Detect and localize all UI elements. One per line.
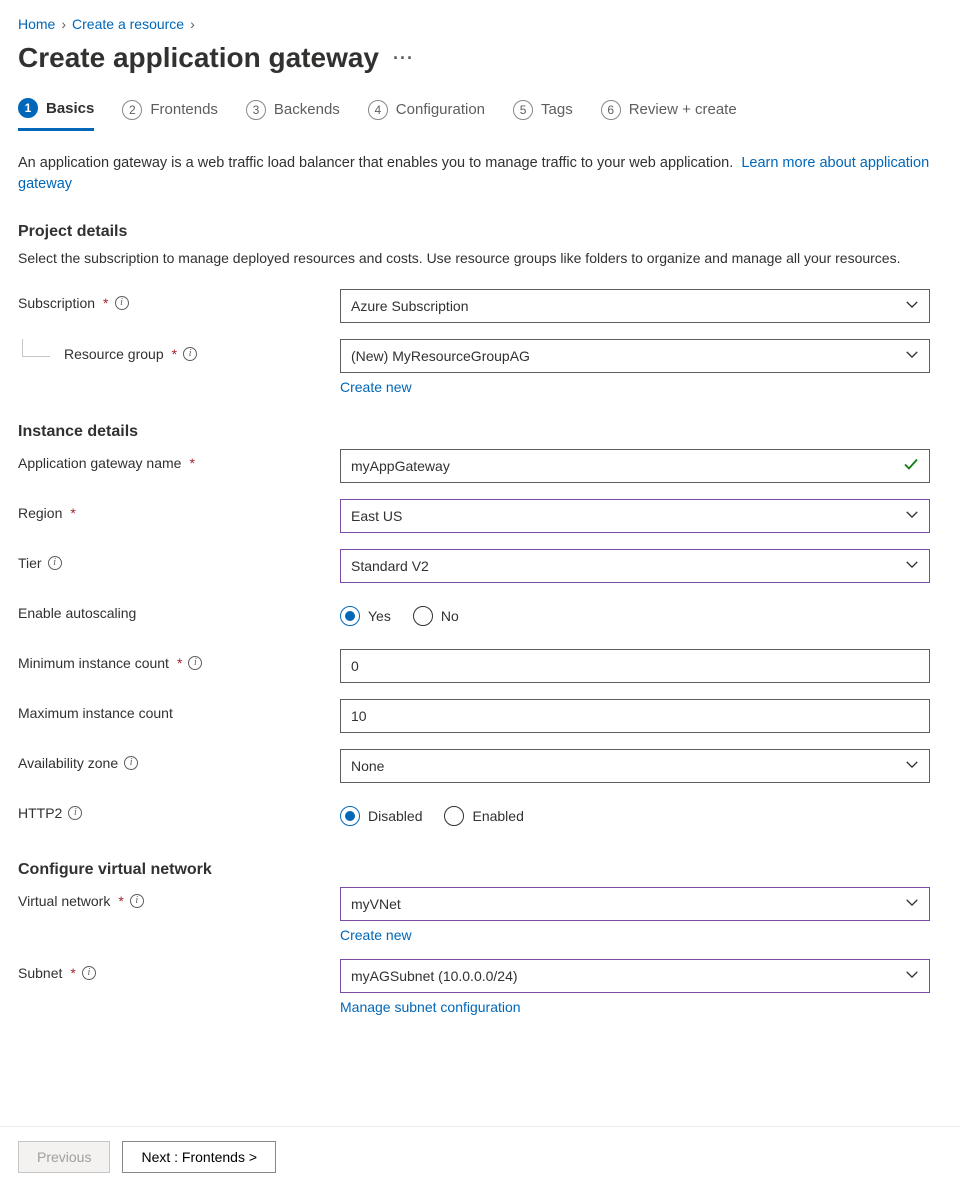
radio-icon	[340, 806, 360, 826]
tab-number: 1	[18, 98, 38, 118]
label-resource-group: Resource group* i	[18, 339, 340, 363]
label-subnet: Subnet* i	[18, 959, 340, 981]
radio-icon	[444, 806, 464, 826]
info-icon[interactable]: i	[115, 296, 129, 310]
page-title: Create application gateway ···	[18, 42, 942, 74]
wizard-footer: Previous Next : Frontends >	[0, 1126, 960, 1187]
virtual-network-select[interactable]: myVNet	[340, 887, 930, 921]
info-icon[interactable]: i	[124, 756, 138, 770]
label-enable-autoscaling: Enable autoscaling	[18, 599, 340, 621]
tab-number: 6	[601, 100, 621, 120]
more-icon[interactable]: ···	[393, 48, 414, 69]
tab-backends[interactable]: 3 Backends	[246, 98, 340, 131]
label-tier: Tier i	[18, 549, 340, 571]
label-app-gateway-name: Application gateway name*	[18, 449, 340, 471]
info-icon[interactable]: i	[188, 656, 202, 670]
min-instance-count-wrap	[340, 649, 930, 683]
section-project-details: Project details	[18, 223, 942, 241]
subnet-select[interactable]: myAGSubnet (10.0.0.0/24)	[340, 959, 930, 993]
autoscaling-radio-group: Yes No	[340, 599, 930, 633]
next-button[interactable]: Next : Frontends >	[122, 1141, 276, 1173]
intro-text: An application gateway is a web traffic …	[18, 153, 942, 195]
label-availability-zone: Availability zone i	[18, 749, 340, 771]
create-new-vnet-link[interactable]: Create new	[340, 927, 412, 943]
availability-zone-select[interactable]: None	[340, 749, 930, 783]
tab-label: Tags	[541, 101, 573, 118]
label-min-instance-count: Minimum instance count* i	[18, 649, 340, 671]
label-max-instance-count: Maximum instance count	[18, 699, 340, 721]
section-instance-details: Instance details	[18, 423, 942, 441]
info-icon[interactable]: i	[183, 347, 197, 361]
checkmark-icon	[903, 456, 919, 475]
min-instance-count-input[interactable]	[351, 650, 897, 682]
tab-number: 3	[246, 100, 266, 120]
info-icon[interactable]: i	[48, 556, 62, 570]
tab-configuration[interactable]: 4 Configuration	[368, 98, 485, 131]
app-gateway-name-input-wrap	[340, 449, 930, 483]
chevron-right-icon: ›	[61, 16, 66, 32]
tab-number: 2	[122, 100, 142, 120]
http2-disabled-radio[interactable]: Disabled	[340, 806, 422, 826]
max-instance-count-input[interactable]	[351, 700, 897, 732]
subscription-select[interactable]: Azure Subscription	[340, 289, 930, 323]
wizard-tabs: 1 Basics 2 Frontends 3 Backends 4 Config…	[18, 98, 942, 131]
chevron-down-icon	[905, 967, 919, 984]
http2-enabled-radio[interactable]: Enabled	[444, 806, 523, 826]
manage-subnet-link[interactable]: Manage subnet configuration	[340, 999, 521, 1015]
tab-number: 4	[368, 100, 388, 120]
info-icon[interactable]: i	[82, 966, 96, 980]
breadcrumb: Home › Create a resource ›	[18, 16, 942, 32]
radio-icon	[340, 606, 360, 626]
breadcrumb-create-resource[interactable]: Create a resource	[72, 16, 184, 32]
previous-button: Previous	[18, 1141, 110, 1173]
region-select[interactable]: East US	[340, 499, 930, 533]
chevron-down-icon	[905, 757, 919, 774]
tab-label: Review + create	[629, 101, 737, 118]
tab-label: Basics	[46, 100, 94, 117]
label-virtual-network: Virtual network* i	[18, 887, 340, 909]
chevron-down-icon	[905, 557, 919, 574]
tree-connector-icon	[22, 339, 50, 357]
app-gateway-name-input[interactable]	[351, 450, 897, 482]
chevron-down-icon	[905, 347, 919, 364]
tab-label: Frontends	[150, 101, 218, 118]
chevron-down-icon	[905, 895, 919, 912]
tab-review-create[interactable]: 6 Review + create	[601, 98, 737, 131]
radio-icon	[413, 606, 433, 626]
chevron-right-icon: ›	[190, 16, 195, 32]
label-subscription: Subscription* i	[18, 289, 340, 311]
info-icon[interactable]: i	[68, 806, 82, 820]
chevron-down-icon	[905, 507, 919, 524]
tier-select[interactable]: Standard V2	[340, 549, 930, 583]
autoscaling-no-radio[interactable]: No	[413, 606, 459, 626]
section-configure-vnet: Configure virtual network	[18, 861, 942, 879]
create-new-rg-link[interactable]: Create new	[340, 379, 412, 395]
tab-label: Backends	[274, 101, 340, 118]
http2-radio-group: Disabled Enabled	[340, 799, 930, 833]
label-http2: HTTP2 i	[18, 799, 340, 821]
info-icon[interactable]: i	[130, 894, 144, 908]
chevron-down-icon	[905, 297, 919, 314]
breadcrumb-home[interactable]: Home	[18, 16, 55, 32]
tab-number: 5	[513, 100, 533, 120]
resource-group-select[interactable]: (New) MyResourceGroupAG	[340, 339, 930, 373]
label-region: Region*	[18, 499, 340, 521]
tab-label: Configuration	[396, 101, 485, 118]
tab-basics[interactable]: 1 Basics	[18, 98, 94, 131]
tab-frontends[interactable]: 2 Frontends	[122, 98, 218, 131]
max-instance-count-wrap	[340, 699, 930, 733]
autoscaling-yes-radio[interactable]: Yes	[340, 606, 391, 626]
tab-tags[interactable]: 5 Tags	[513, 98, 573, 131]
section-project-desc: Select the subscription to manage deploy…	[18, 249, 942, 269]
